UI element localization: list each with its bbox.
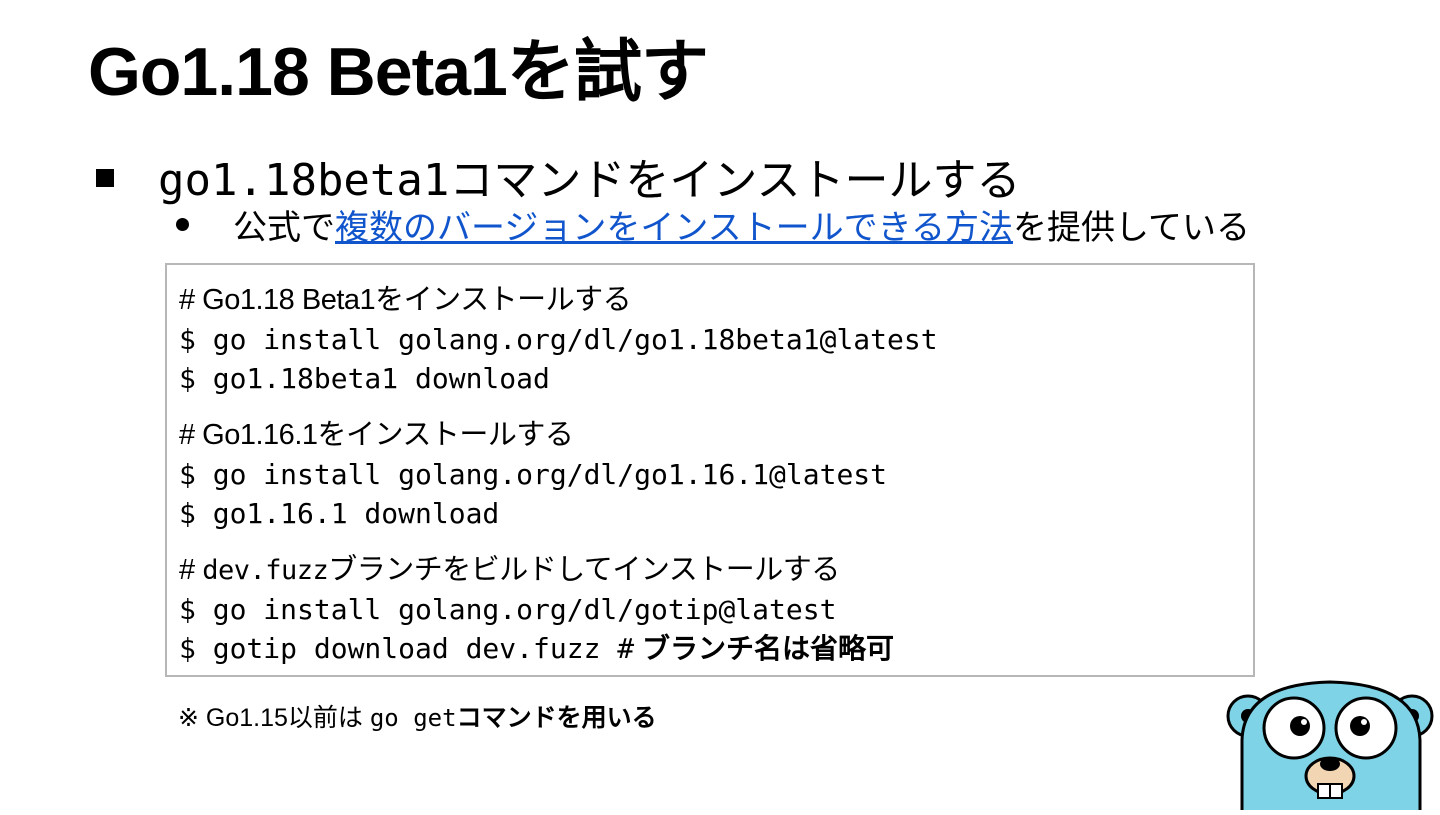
code-comment-hash: # (179, 554, 195, 586)
main-bullet-text: go1.18beta1コマンドをインストールする (158, 155, 1021, 206)
versions-install-link[interactable]: 複数のバージョンをインストールできる方法 (335, 200, 1013, 249)
code-line: $ gotip download dev.fuzz # ブランチ名は省略可 (179, 629, 894, 668)
dot-bullet-icon (176, 217, 189, 231)
code-line-cmd: $ gotip download dev.fuzz # (179, 632, 635, 665)
code-block-beta1: # Go1.18 Beta1をインストールする $ go install gol… (179, 281, 938, 398)
slide-title: Go1.18 Beta1を試す (88, 34, 709, 110)
code-comment: # Go1.16.1をインストールする (179, 419, 574, 451)
gopher-mascot-icon (1222, 680, 1440, 815)
code-line: $ go install golang.org/dl/go1.18beta1@l… (179, 323, 938, 356)
code-line: $ go1.16.1 download (179, 497, 500, 530)
square-bullet-icon (96, 169, 114, 187)
code-comment: # Go1.18 Beta1をインストールする (179, 284, 632, 316)
footnote-prefix: ※ Go1.15以前は (178, 704, 363, 732)
footnote-command: go get (369, 704, 457, 732)
footnote-suffix: コマンドを用いる (456, 704, 657, 732)
code-comment: # dev.fuzzブランチをビルドしてインストールする (179, 551, 894, 590)
code-block-gotip: # dev.fuzzブランチをビルドしてインストールする $ go instal… (179, 551, 894, 668)
code-comment-branch: dev.fuzz (202, 555, 329, 586)
code-comment-rest: ブランチをビルドしてインストールする (328, 554, 840, 586)
code-box: # Go1.18 Beta1をインストールする $ go install gol… (165, 263, 1255, 677)
sub-bullet-prefix: 公式で (233, 208, 335, 247)
code-block-go1161: # Go1.16.1をインストールする $ go install golang.… (179, 416, 887, 533)
code-line: $ go install golang.org/dl/go1.16.1@late… (179, 458, 888, 491)
code-line-note: ブランチ名は省略可 (641, 633, 894, 664)
footnote: ※ Go1.15以前は go getコマンドを用いる (178, 700, 657, 736)
main-bullet: go1.18beta1コマンドをインストールする (96, 150, 1021, 206)
sub-bullet-suffix: を提供している (1012, 208, 1250, 247)
code-line: $ go install golang.org/dl/gotip@latest (179, 593, 837, 626)
sub-bullet: 公式で 複数のバージョンをインストールできる方法 を提供している (176, 204, 1250, 247)
code-line: $ go1.18beta1 download (179, 362, 550, 395)
